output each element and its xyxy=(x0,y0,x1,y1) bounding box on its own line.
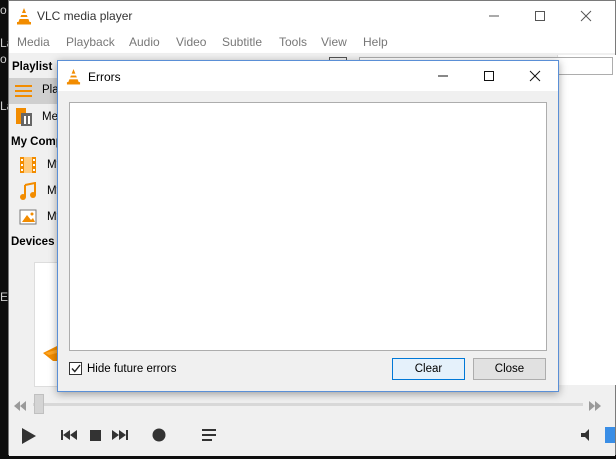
menu-bar: Media Playback Audio Video Subtitle Tool… xyxy=(9,31,615,53)
menu-audio[interactable]: Audio xyxy=(129,35,160,49)
menu-view[interactable]: View xyxy=(321,35,347,49)
dialog-minimize-button[interactable] xyxy=(420,61,466,91)
media-library-icon xyxy=(15,107,33,130)
dialog-title: Errors xyxy=(88,70,121,84)
close-icon xyxy=(529,70,541,82)
previous-icon[interactable] xyxy=(61,429,77,444)
film-icon xyxy=(19,156,37,177)
sidebar-item-my-videos[interactable]: My xyxy=(9,153,62,177)
playlist-icon xyxy=(15,83,33,102)
errors-dialog: Errors Hide future errors Clear Close xyxy=(57,60,559,392)
maximize-icon xyxy=(484,71,494,81)
seek-slider-handle[interactable] xyxy=(34,394,44,414)
volume-slider[interactable] xyxy=(605,427,615,443)
playlist-view xyxy=(557,55,616,385)
background-text: o xyxy=(0,3,7,17)
clear-button[interactable]: Clear xyxy=(392,358,465,380)
sidebar-item-my-pictures[interactable]: My xyxy=(9,205,62,229)
menu-help[interactable]: Help xyxy=(363,35,388,49)
sidebar-item-label: Me xyxy=(42,111,58,123)
menu-subtitle[interactable]: Subtitle xyxy=(222,35,262,49)
dialog-close-button[interactable] xyxy=(512,61,558,91)
seek-forward-icon[interactable] xyxy=(589,400,601,414)
minimize-icon xyxy=(438,75,448,77)
menu-media[interactable]: Media xyxy=(17,35,50,49)
record-icon[interactable] xyxy=(152,428,166,445)
title-bar[interactable]: VLC media player xyxy=(9,1,615,31)
vlc-cone-icon xyxy=(66,68,81,88)
dialog-maximize-button[interactable] xyxy=(466,61,512,91)
minimize-icon xyxy=(489,15,499,17)
error-list[interactable] xyxy=(69,102,547,351)
next-icon[interactable] xyxy=(112,429,128,444)
player-controls xyxy=(9,389,615,456)
close-icon xyxy=(580,10,592,22)
dialog-title-bar[interactable]: Errors xyxy=(58,61,558,91)
hide-future-errors-checkbox[interactable] xyxy=(69,362,82,375)
playlist-toggle-icon[interactable] xyxy=(202,429,217,445)
picture-icon xyxy=(19,208,37,229)
close-dialog-button[interactable]: Close xyxy=(473,358,546,380)
maximize-icon xyxy=(535,11,545,21)
sidebar-header-devices: Devices xyxy=(11,236,55,248)
menu-tools[interactable]: Tools xyxy=(279,35,307,49)
background-text: o xyxy=(0,52,7,66)
music-note-icon xyxy=(19,181,37,203)
maximize-button[interactable] xyxy=(517,1,563,31)
hide-future-errors-label[interactable]: Hide future errors xyxy=(87,363,176,375)
vlc-cone-icon xyxy=(16,7,32,28)
sidebar-item-my-music[interactable]: My xyxy=(9,179,62,203)
close-button[interactable] xyxy=(563,1,609,31)
sidebar-item-playlist[interactable]: Playl xyxy=(9,78,67,104)
minimize-button[interactable] xyxy=(471,1,517,31)
volume-icon[interactable] xyxy=(581,429,593,444)
menu-playback[interactable]: Playback xyxy=(66,35,115,49)
sidebar-header-my-computer: My Comp xyxy=(11,136,63,148)
checkmark-icon xyxy=(70,364,81,373)
seek-slider[interactable] xyxy=(33,403,583,406)
sidebar-header-playlist: Playlist xyxy=(12,61,53,73)
sidebar-item-media-library[interactable]: Me xyxy=(9,104,59,130)
play-icon[interactable] xyxy=(21,427,37,448)
seek-backward-icon[interactable] xyxy=(14,400,26,414)
window-title: VLC media player xyxy=(37,9,133,23)
menu-video[interactable]: Video xyxy=(176,35,206,49)
stop-icon[interactable] xyxy=(90,430,101,444)
